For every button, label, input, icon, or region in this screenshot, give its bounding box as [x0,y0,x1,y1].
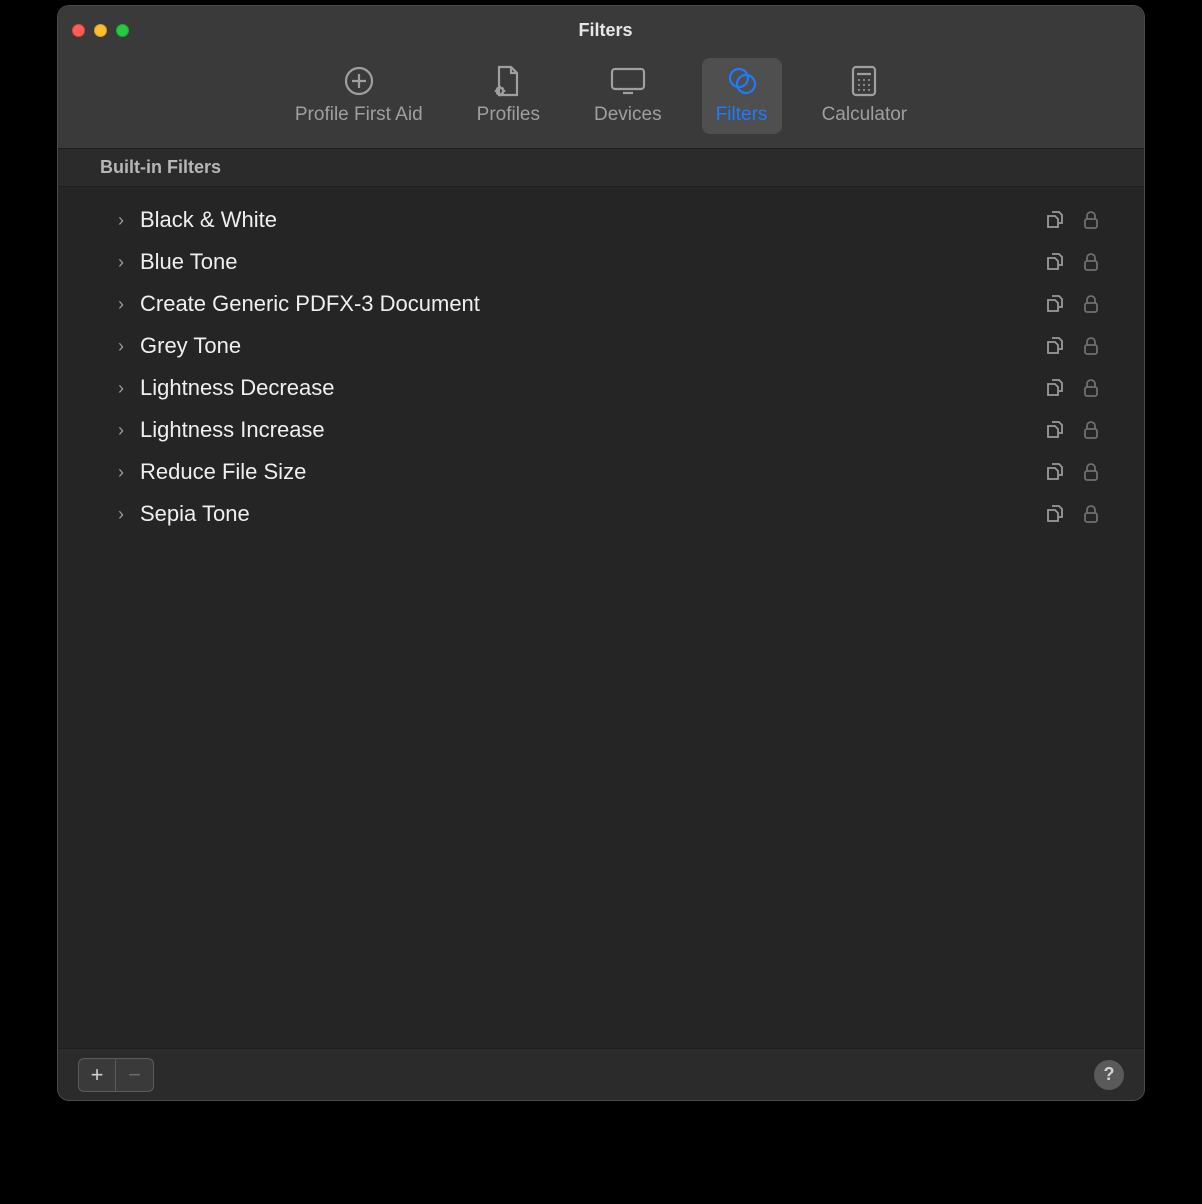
tab-calculator[interactable]: Calculator [808,58,922,134]
tab-label: Profile First Aid [295,104,423,126]
chevron-right-icon[interactable]: › [118,294,134,315]
titlebar: Filters [72,16,1130,44]
tab-profiles[interactable]: Profiles [463,58,554,134]
filter-row[interactable]: › Create Generic PDFX-3 Document [58,283,1144,325]
section-heading: Built-in Filters [58,149,1144,187]
filter-row[interactable]: › Sepia Tone [58,493,1144,535]
window-title: Filters [81,20,1130,41]
chevron-right-icon[interactable]: › [118,210,134,231]
title-toolbar-area: Filters Profile First Aid [58,6,1144,149]
tab-devices[interactable]: Devices [580,58,676,134]
add-remove-segment: + − [78,1058,154,1092]
chevron-right-icon[interactable]: › [118,504,134,525]
lock-icon [1076,461,1106,483]
display-icon [609,64,647,98]
lock-icon [1076,503,1106,525]
filter-row[interactable]: › Lightness Increase [58,409,1144,451]
filter-list: › Black & White › Blue Tone › Create Generic … [58,187,1144,1048]
filter-row[interactable]: › Grey Tone [58,325,1144,367]
remove-filter-button[interactable]: − [116,1058,154,1092]
footer-bar: + − ? [58,1048,1144,1100]
filter-name: Lightness Increase [140,417,1034,443]
tab-filters[interactable]: Filters [702,58,782,134]
lock-icon [1076,419,1106,441]
profile-doc-icon [493,64,523,98]
lock-icon [1076,293,1106,315]
filter-row[interactable]: › Black & White [58,199,1144,241]
tab-label: Filters [716,104,768,126]
filter-name: Grey Tone [140,333,1034,359]
duplicate-icon[interactable] [1040,461,1070,483]
toolbar: Profile First Aid Profiles [72,44,1130,144]
tab-profile-first-aid[interactable]: Profile First Aid [281,58,437,134]
lock-icon [1076,335,1106,357]
filter-name: Lightness Decrease [140,375,1034,401]
duplicate-icon[interactable] [1040,293,1070,315]
chevron-right-icon[interactable]: › [118,378,134,399]
calculator-icon [850,64,878,98]
filter-name: Black & White [140,207,1034,233]
first-aid-icon [342,64,376,98]
filter-name: Create Generic PDFX-3 Document [140,291,1034,317]
duplicate-icon[interactable] [1040,419,1070,441]
filter-name: Blue Tone [140,249,1034,275]
chevron-right-icon[interactable]: › [118,336,134,357]
tab-label: Devices [594,104,662,126]
duplicate-icon[interactable] [1040,377,1070,399]
duplicate-icon[interactable] [1040,335,1070,357]
filter-row[interactable]: › Reduce File Size [58,451,1144,493]
filter-row[interactable]: › Lightness Decrease [58,367,1144,409]
duplicate-icon[interactable] [1040,209,1070,231]
window: Filters Profile First Aid [57,5,1145,1101]
lock-icon [1076,209,1106,231]
chevron-right-icon[interactable]: › [118,252,134,273]
chevron-right-icon[interactable]: › [118,462,134,483]
duplicate-icon[interactable] [1040,251,1070,273]
tab-label: Calculator [822,104,908,126]
help-button[interactable]: ? [1094,1060,1124,1090]
filter-name: Sepia Tone [140,501,1034,527]
tab-label: Profiles [477,104,540,126]
chevron-right-icon[interactable]: › [118,420,134,441]
duplicate-icon[interactable] [1040,503,1070,525]
lock-icon [1076,251,1106,273]
filters-icon [725,64,759,98]
lock-icon [1076,377,1106,399]
filter-row[interactable]: › Blue Tone [58,241,1144,283]
filter-name: Reduce File Size [140,459,1034,485]
add-filter-button[interactable]: + [78,1058,116,1092]
